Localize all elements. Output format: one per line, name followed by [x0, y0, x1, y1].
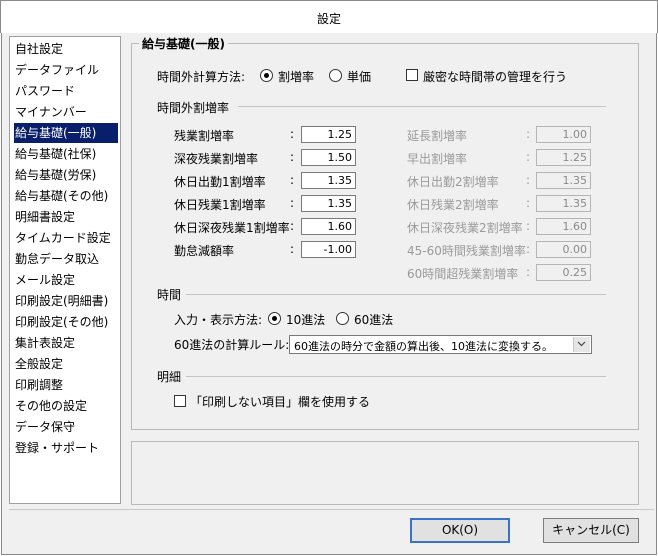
sexagesimal-rule-select[interactable]: 60進法の時分で金額の算出後、10進法に変換する。: [289, 335, 592, 354]
radio-sexagesimal-label[interactable]: 60進法: [354, 311, 393, 328]
dialog-client: 自社設定 データファイル パスワード マイナンバー 給与基礎(一般) 給与基礎(…: [1, 33, 657, 555]
radio-decimal-label[interactable]: 10進法: [286, 311, 325, 328]
calc-method-label: 時間外計算方法:: [157, 70, 246, 84]
colon: :: [290, 173, 295, 187]
nav-item-company[interactable]: 自社設定: [14, 39, 118, 59]
holiday-work1-rate-label: 休日出勤1割増率: [174, 175, 266, 189]
radio-sexagesimal[interactable]: [336, 312, 349, 325]
nav-item-my-number[interactable]: マイナンバー: [14, 102, 118, 122]
early-rate-input: 1.25: [536, 149, 591, 166]
colon: :: [290, 196, 295, 210]
attendance-deduction-rate-label: 勤怠減額率: [174, 244, 235, 258]
detail-separator: [186, 376, 606, 377]
nav-item-statement-settings[interactable]: 明細書設定: [14, 207, 118, 227]
radio-unit-price-label[interactable]: 単価: [347, 68, 371, 85]
chevron-down-icon[interactable]: [573, 337, 590, 352]
nav-item-salary-social-insurance[interactable]: 給与基礎(社保): [14, 144, 118, 164]
nav-item-summary-settings[interactable]: 集計表設定: [14, 333, 118, 353]
radio-rate-label[interactable]: 割増率: [278, 68, 314, 85]
overtime-separator: [238, 106, 606, 107]
nav-item-password[interactable]: パスワード: [14, 81, 118, 101]
sexagesimal-rule-label: 60進法の計算ルール:: [174, 338, 290, 352]
nav-item-attendance-import[interactable]: 勤怠データ取込: [14, 249, 118, 269]
overtime-45-60-rate-input: 0.00: [536, 241, 591, 258]
holiday-late-night-overtime2-rate-label: 休日深夜残業2割増率: [407, 221, 523, 235]
nav-item-data-maintenance[interactable]: データ保守: [14, 417, 118, 437]
cancel-button[interactable]: キャンセル(C): [543, 518, 639, 543]
colon: :: [290, 127, 295, 141]
panel-title: 給与基礎(一般): [139, 35, 228, 52]
ok-button[interactable]: OK(O): [410, 518, 510, 543]
colon: :: [526, 150, 531, 164]
overtime-rate-input[interactable]: 1.25: [301, 126, 356, 143]
nav-item-salary-other[interactable]: 給与基礎(その他): [14, 186, 118, 206]
settings-nav-list[interactable]: 自社設定 データファイル パスワード マイナンバー 給与基礎(一般) 給与基礎(…: [9, 36, 121, 504]
window-title: 設定: [316, 12, 341, 26]
nav-item-print-other[interactable]: 印刷設定(その他): [14, 312, 118, 332]
radio-decimal[interactable]: [268, 312, 281, 325]
holiday-late-night-overtime1-rate-input[interactable]: 1.60: [301, 218, 356, 235]
nav-item-data-file[interactable]: データファイル: [14, 60, 118, 80]
strict-time-checkbox[interactable]: [406, 69, 418, 81]
use-no-print-items-label[interactable]: 「印刷しない項目」欄を使用する: [190, 393, 370, 410]
title-bar: 設定: [0, 0, 658, 33]
late-night-overtime-rate-input[interactable]: 1.50: [301, 149, 356, 166]
input-display-method-label: 入力・表示方法:: [174, 313, 263, 327]
colon: :: [290, 150, 295, 164]
radio-unit-price[interactable]: [329, 69, 342, 82]
overtime-45-60-rate-label: 45-60時間残業割増率: [407, 244, 526, 258]
colon: :: [290, 219, 295, 233]
holiday-overtime1-rate-label: 休日残業1割増率: [174, 198, 266, 212]
holiday-work2-rate-input: 1.35: [536, 172, 591, 189]
colon: :: [526, 173, 531, 187]
nav-item-general-settings[interactable]: 全般設定: [14, 354, 118, 374]
colon: :: [526, 242, 531, 256]
nav-item-salary-labor-insurance[interactable]: 給与基礎(労保): [14, 165, 118, 185]
extension-rate-label: 延長割増率: [407, 129, 468, 143]
sexagesimal-rule-value: 60進法の時分で金額の算出後、10進法に変換する。: [294, 340, 553, 353]
holiday-overtime1-rate-input[interactable]: 1.35: [301, 195, 356, 212]
overtime-section-title: 時間外割増率: [157, 99, 233, 116]
nav-item-salary-general[interactable]: 給与基礎(一般): [14, 123, 118, 143]
nav-item-print-adjust[interactable]: 印刷調整: [14, 375, 118, 395]
nav-item-print-statement[interactable]: 印刷設定(明細書): [14, 291, 118, 311]
detail-section-title: 明細: [157, 368, 185, 385]
time-separator: [186, 294, 606, 295]
strict-time-label[interactable]: 厳密な時間帯の管理を行う: [423, 68, 567, 85]
time-section-title: 時間: [157, 286, 185, 303]
extension-rate-input: 1.00: [536, 126, 591, 143]
info-area: [131, 441, 639, 505]
overtime-over-60-rate-label: 60時間超残業割増率: [407, 267, 519, 281]
holiday-work1-rate-input[interactable]: 1.35: [301, 172, 356, 189]
late-night-overtime-rate-label: 深夜残業割増率: [174, 152, 259, 166]
early-rate-label: 早出割増率: [407, 152, 468, 166]
attendance-deduction-rate-input[interactable]: -1.00: [301, 241, 356, 258]
button-bar: OK(O) キャンセル(C): [9, 509, 654, 551]
holiday-overtime2-rate-label: 休日残業2割増率: [407, 198, 499, 212]
holiday-late-night-overtime2-rate-input: 1.60: [536, 218, 591, 235]
nav-item-mail-settings[interactable]: メール設定: [14, 270, 118, 290]
overtime-over-60-rate-input: 0.25: [536, 264, 591, 281]
nav-item-registration-support[interactable]: 登録・サポート: [14, 438, 118, 458]
overtime-rate-label: 残業割増率: [174, 129, 235, 143]
holiday-late-night-overtime1-rate-label: 休日深夜残業1割増率: [174, 221, 290, 235]
colon: :: [526, 265, 531, 279]
nav-item-other-settings[interactable]: その他の設定: [14, 396, 118, 416]
colon: :: [526, 196, 531, 210]
colon: :: [290, 242, 295, 256]
holiday-overtime2-rate-input: 1.35: [536, 195, 591, 212]
nav-item-timecard-settings[interactable]: タイムカード設定: [14, 228, 118, 248]
colon: :: [526, 219, 531, 233]
radio-rate[interactable]: [260, 69, 273, 82]
colon: :: [526, 127, 531, 141]
use-no-print-items-checkbox[interactable]: [174, 395, 186, 407]
holiday-work2-rate-label: 休日出勤2割増率: [407, 175, 499, 189]
